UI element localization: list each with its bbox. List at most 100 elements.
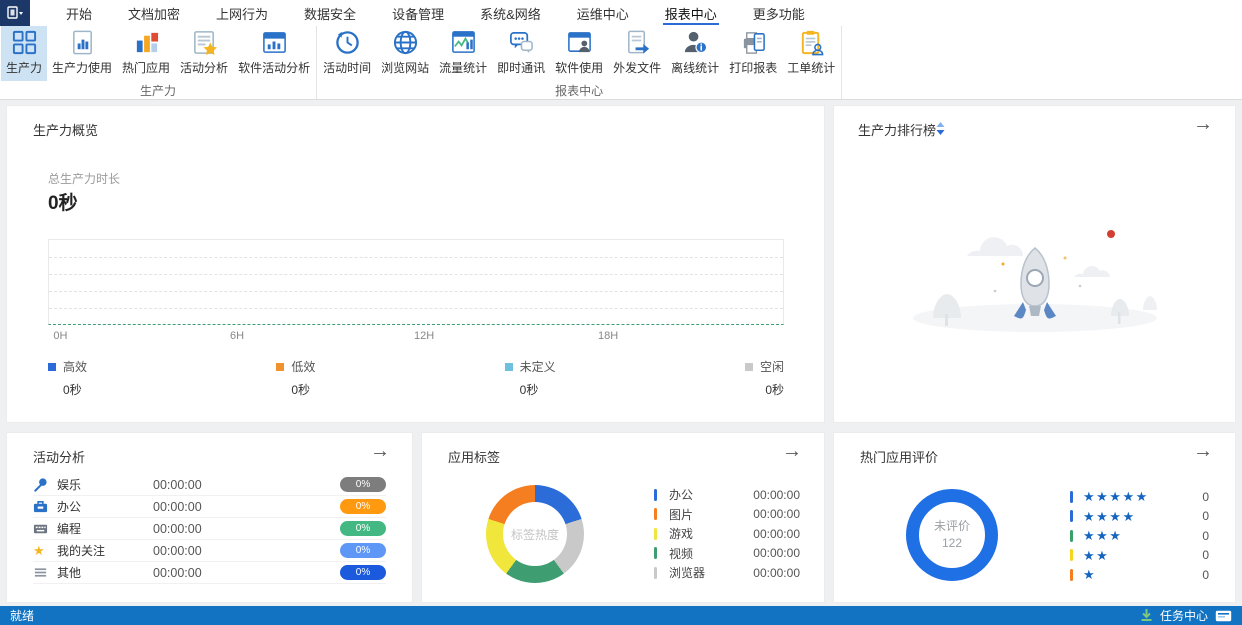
menu-icon [34, 568, 47, 577]
tag-row-pictures[interactable]: 图片 00:00:00 [654, 505, 800, 525]
ribbon-item-label: 热门应用 [122, 61, 171, 75]
menu-item-report-center[interactable]: 报表中心 [647, 0, 735, 26]
tag-donut-chart: 标签热度 [486, 485, 584, 583]
rating-count: 0 [1202, 567, 1209, 582]
activity-label: 编程 [57, 522, 82, 536]
activity-label: 娱乐 [57, 478, 82, 492]
briefcase-icon [33, 500, 48, 513]
rating-row-1-star[interactable]: ★ 0 [1070, 565, 1209, 585]
ribbon-item-traffic-stats[interactable]: 流量统计 [434, 26, 492, 81]
legend-label: 低效 [291, 360, 316, 374]
ribbon-item-print-reports[interactable]: 打印报表 [724, 26, 782, 81]
total-productivity-label: 总生产力时长 [48, 172, 121, 186]
activity-percent-badge: 0% [340, 565, 386, 580]
legend-tick [1070, 568, 1073, 581]
ribbon-item-productivity-usage[interactable]: 生产力使用 [47, 26, 117, 81]
ribbon-item-software-usage[interactable]: 软件使用 [550, 26, 608, 81]
legend-value: 0秒 [765, 383, 784, 397]
activity-row-programming[interactable]: 编程 00:00:00 0% [33, 518, 386, 540]
ribbon-item-activity-time[interactable]: 活动时间 [318, 26, 376, 81]
tag-legend-rows: 办公 00:00:00 图片 00:00:00 游戏 00:00:00 视频 0… [654, 485, 800, 583]
legend-swatch [744, 362, 753, 371]
menu-item-ops-center[interactable]: 运维中心 [559, 0, 647, 26]
legend-label: 未定义 [519, 360, 556, 374]
chart-legend: 高效 0秒 低效 0秒 未定义 0秒 空闲 0秒 [48, 358, 784, 398]
ribbon-item-outgoing-files[interactable]: 外发文件 [608, 26, 666, 81]
ribbon-item-browsed-sites[interactable]: 浏览网站 [376, 26, 434, 81]
microphone-icon [34, 478, 47, 492]
ranking-detail-arrow[interactable]: → [1193, 114, 1213, 134]
activity-row-entertainment[interactable]: 娱乐 00:00:00 0% [33, 474, 386, 496]
ribbon-group-label: 报表中心 [555, 84, 604, 98]
app-menu-button[interactable] [0, 0, 30, 26]
tag-row-games[interactable]: 游戏 00:00:00 [654, 524, 800, 544]
task-panel-icon[interactable] [1215, 610, 1232, 622]
activity-row-my-focus[interactable]: ★ 我的关注 00:00:00 0% [33, 540, 386, 562]
ribbon-item-label: 流量统计 [439, 61, 488, 75]
rating-row-4-stars[interactable]: ★★★★ 0 [1070, 507, 1209, 527]
tag-row-browser[interactable]: 浏览器 00:00:00 [654, 563, 800, 583]
ribbon-item-top-apps[interactable]: 热门应用 [117, 26, 175, 81]
activity-detail-arrow[interactable]: → [370, 441, 390, 461]
ribbon-item-software-activity-analysis[interactable]: 软件活动分析 [233, 26, 315, 81]
legend-tick [1070, 510, 1073, 523]
tag-row-office[interactable]: 办公 00:00:00 [654, 485, 800, 505]
unrated-label: 未评价 [933, 519, 970, 534]
ribbon-item-label: 软件使用 [555, 61, 604, 75]
panel-productivity-overview: 生产力概览 总生产力时长 0秒 0H 6H 12H 18H 高效 0秒 低效 0… [6, 105, 825, 423]
legend-value: 0秒 [63, 383, 82, 397]
panel-app-tags: 应用标签 → 标签热度 办公 00:00:00 图片 00:00:00 游戏 0… [421, 432, 825, 603]
clock-icon [335, 31, 359, 54]
legend-item-undefined: 未定义 0秒 [504, 358, 556, 398]
menu-item-start[interactable]: 开始 [48, 0, 110, 26]
tag-row-video[interactable]: 视频 00:00:00 [654, 544, 800, 564]
rating-row-2-stars[interactable]: ★★ 0 [1070, 546, 1209, 566]
ribbon-item-ticket-stats[interactable]: 工单统计 [782, 26, 840, 81]
activity-row-other[interactable]: 其他 00:00:00 0% [33, 562, 386, 584]
grid-icon [12, 30, 36, 55]
activity-time: 00:00:00 [153, 565, 202, 580]
task-center-button[interactable]: 任务中心 [1160, 607, 1208, 624]
download-arrow-icon [1141, 609, 1152, 621]
tag-donut-center-label: 标签热度 [503, 502, 567, 566]
doc-arrow-icon [627, 30, 649, 54]
menu-item-system-network[interactable]: 系统&网络 [462, 0, 559, 26]
sort-icon[interactable] [936, 122, 945, 135]
rating-count: 0 [1202, 509, 1209, 524]
app-tags-detail-arrow[interactable]: → [782, 441, 802, 461]
menu-item-device-management[interactable]: 设备管理 [374, 0, 462, 26]
ribbon-item-instant-messaging[interactable]: 即时通讯 [492, 26, 550, 81]
activity-label: 其他 [57, 566, 82, 580]
ribbon-item-label: 即时通讯 [497, 61, 546, 75]
tag-label: 浏览器 [669, 566, 706, 581]
clipboard-person-icon [801, 30, 824, 56]
legend-swatch [504, 362, 513, 371]
ribbon-item-offline-stats[interactable]: i 离线统计 [666, 26, 724, 81]
activity-label: 我的关注 [57, 544, 106, 558]
menu-item-internet-behavior[interactable]: 上网行为 [198, 0, 286, 26]
ribbon-item-activity-analysis[interactable]: 活动分析 [175, 26, 233, 81]
menu-item-doc-encryption[interactable]: 文档加密 [110, 0, 198, 26]
keyboard-icon [33, 524, 48, 534]
legend-item-idle: 空闲 0秒 [744, 358, 784, 398]
menu-item-data-security[interactable]: 数据安全 [286, 0, 374, 26]
activity-row-office[interactable]: 办公 00:00:00 0% [33, 496, 386, 518]
svg-text:i: i [699, 44, 702, 54]
person-info-icon: i [684, 31, 707, 54]
printer-icon [743, 32, 765, 54]
app-ratings-detail-arrow[interactable]: → [1193, 441, 1213, 461]
rating-count: 0 [1202, 528, 1209, 543]
panel-activity-analysis: 活动分析 → 娱乐 00:00:00 0% 办公 00:00:00 0% 编程 … [6, 432, 413, 603]
rating-row-5-stars[interactable]: ★★★★★ 0 [1070, 487, 1209, 507]
panel-title: 生产力排行榜 [858, 123, 937, 138]
doc-bars-icon [72, 30, 92, 55]
tag-time: 00:00:00 [753, 526, 800, 541]
legend-label: 空闲 [759, 360, 784, 374]
tag-label: 视频 [669, 546, 694, 561]
rating-row-3-stars[interactable]: ★★★ 0 [1070, 526, 1209, 546]
panel-title: 生产力概览 [33, 123, 99, 138]
ribbon-item-productivity[interactable]: 生产力 [1, 26, 48, 81]
menu-item-more-features[interactable]: 更多功能 [735, 0, 823, 26]
doc-star-icon [193, 31, 217, 56]
activity-percent-badge: 0% [340, 477, 386, 492]
